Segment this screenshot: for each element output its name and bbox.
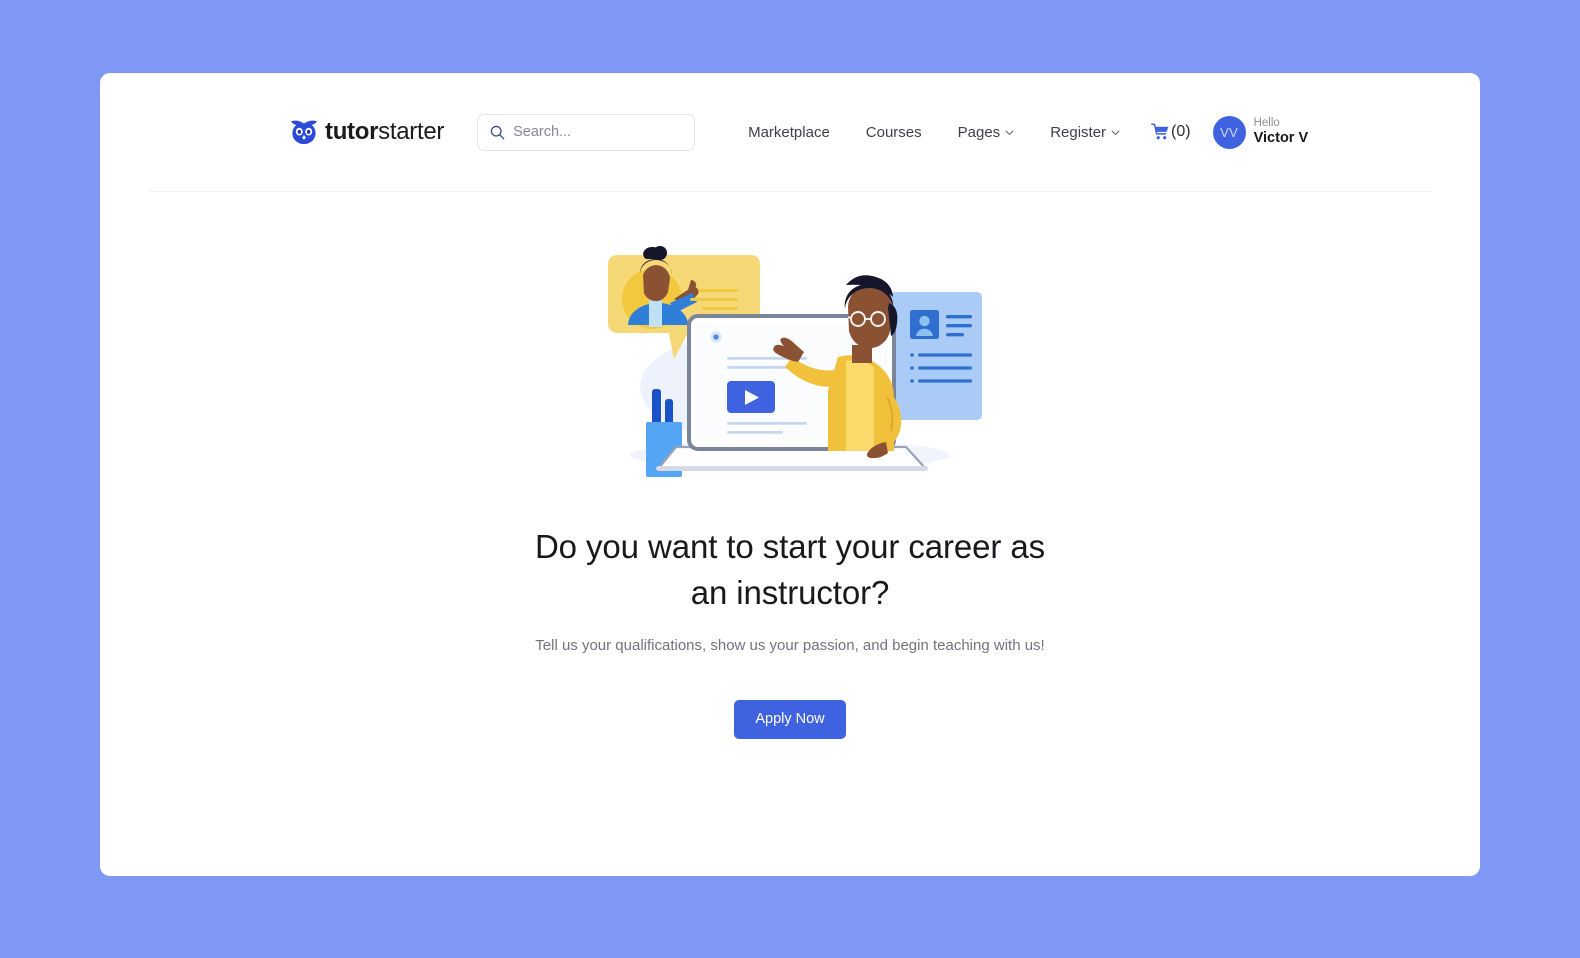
main-navigation: Marketplace Courses Pages Register [748,124,1120,141]
site-header: tutorstarter Marketpl [100,73,1480,192]
user-greeting: Hello [1253,116,1280,129]
nav-item-register[interactable]: Register [1050,124,1120,141]
cart-button[interactable]: (0) [1151,123,1191,141]
nav-item-courses[interactable]: Courses [866,124,922,141]
page-card: tutorstarter Marketpl [100,73,1480,876]
nav-label: Register [1050,123,1107,141]
site-logo[interactable]: tutorstarter [290,118,444,146]
chevron-down-icon [1005,128,1014,136]
user-menu[interactable]: VV Hello Victor V [1212,115,1309,149]
nav-item-marketplace[interactable]: Marketplace [748,124,830,141]
search-icon [490,125,505,140]
nav-label: Pages [957,123,1001,141]
logo-text-light: starter [378,118,445,145]
user-names: Hello Victor V [1254,117,1309,148]
chevron-down-icon [1111,128,1120,136]
nav-label: Marketplace [748,123,830,141]
cart-count: (0) [1171,123,1191,140]
user-name: Victor V [1253,130,1309,147]
nav-item-pages[interactable]: Pages [958,124,1015,141]
logo-text: tutorstarter [325,118,444,146]
shopping-cart-icon [1151,123,1170,141]
logo-text-bold: tutor [325,118,379,145]
page-title: Do you want to start your career as an i… [470,524,1110,615]
avatar: VV [1212,115,1246,149]
instructor-teaching-illustration [608,246,982,477]
apply-now-button[interactable]: Apply Now [734,700,846,740]
page-title-line-2: an instructor? [690,573,890,611]
page-title-line-1: Do you want to start your career as [534,528,1046,565]
search-input[interactable] [513,114,674,150]
owl-icon [290,119,318,145]
search-container[interactable] [477,113,696,151]
hero-section: Do you want to start your career as an i… [100,191,1480,740]
page-subtitle: Tell us your qualifications, show us you… [535,637,1045,655]
nav-label: Courses [865,123,922,141]
